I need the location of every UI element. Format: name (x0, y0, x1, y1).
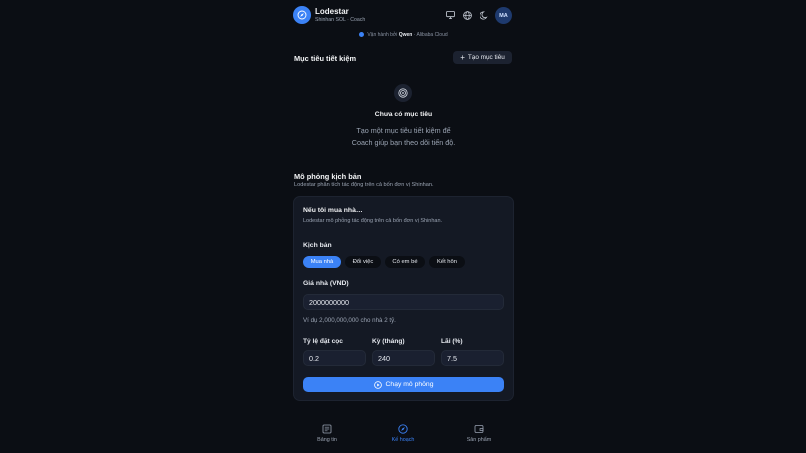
goals-title: Mục tiêu tiết kiệm (294, 54, 357, 63)
app-title: Lodestar (315, 7, 349, 16)
down-payment-input[interactable]: 0.2 (303, 350, 366, 366)
add-goal-button[interactable]: + Tạo mục tiêu (453, 51, 512, 64)
nav-label-products: Sản phẩm (466, 437, 492, 443)
app-header: Lodestar Shinhan SOL · Coach MA (293, 6, 514, 26)
newspaper-icon (322, 424, 332, 434)
empty-goals-description: Tạo một mục tiêu tiết kiệm để Coach giúp… (293, 125, 514, 149)
rate-input[interactable]: 7.5 (441, 350, 504, 366)
play-circle-icon (373, 380, 382, 389)
compass-logo-icon (293, 6, 311, 24)
scenario-chip-mua-nha[interactable]: Mua nhà (303, 256, 341, 268)
powered-model: Qwen (398, 32, 413, 38)
target-icon (394, 84, 412, 102)
simulation-title: Mô phỏng kịch bản (294, 172, 362, 181)
powered-suffix: · Alibaba Cloud (413, 32, 448, 38)
nav-label-feed: Bảng tin (317, 437, 337, 443)
scenario-chip-co-em-be[interactable]: Có em bé (385, 256, 425, 268)
card-title: Nếu tôi mua nhà… (303, 207, 363, 214)
price-label: Giá nhà (VND) (303, 280, 349, 287)
bottom-nav: Bảng tin Kế hoạch Sản phẩm (293, 422, 514, 446)
wallet-icon (474, 424, 484, 434)
nav-item-products[interactable]: Sản phẩm (454, 422, 504, 446)
down-payment-label: Tỷ lệ đặt cọc (303, 338, 343, 345)
term-label: Kỳ (tháng) (372, 338, 405, 345)
add-goal-label: Tạo mục tiêu (467, 54, 505, 61)
rate-label: Lãi (%) (441, 338, 463, 345)
compass-icon (398, 424, 408, 434)
globe-icon[interactable] (462, 10, 472, 20)
price-hint: Ví dụ 2,000,000,000 cho nhà 2 tỷ. (303, 317, 396, 324)
monitor-icon[interactable] (445, 10, 455, 20)
price-input[interactable]: 2000000000 (303, 294, 504, 310)
nav-item-feed[interactable]: Bảng tin (302, 422, 352, 446)
app-subtitle: Shinhan SOL · Coach (315, 17, 366, 23)
empty-goals-title: Chưa có mục tiêu (374, 111, 433, 118)
simulation-card: Nếu tôi mua nhà… Lodestar mô phỏng tác đ… (293, 196, 514, 401)
scenario-chip-ket-hon[interactable]: Kết hôn (429, 256, 465, 268)
moon-icon[interactable] (479, 10, 489, 20)
run-simulation-button[interactable]: Chạy mô phỏng (303, 377, 504, 392)
card-subtitle: Lodestar mô phỏng tác động trên cả bốn đ… (303, 218, 443, 224)
run-simulation-label: Chạy mô phỏng (385, 381, 434, 388)
scenario-label: Kịch bản (303, 242, 332, 249)
empty-goals-line1: Tạo một mục tiêu tiết kiệm để (356, 126, 451, 135)
qwen-dot-icon (359, 32, 365, 37)
powered-by-line: Vận hành bởi Qwen · Alibaba Cloud (293, 32, 514, 38)
term-input[interactable]: 240 (372, 350, 435, 366)
nav-label-plan: Kế hoạch (391, 437, 415, 443)
empty-goals-line2: Coach giúp bạn theo dõi tiến độ. (351, 138, 456, 147)
avatar[interactable]: MA (495, 7, 512, 24)
scenario-chip-doi-viec[interactable]: Đổi việc (345, 256, 381, 268)
simulation-subtitle: Lodestar phân tích tác động trên cả bốn … (294, 182, 434, 188)
powered-prefix: Vận hành bởi (367, 32, 398, 38)
plus-icon: + (460, 52, 465, 62)
nav-item-plan[interactable]: Kế hoạch (378, 422, 428, 446)
